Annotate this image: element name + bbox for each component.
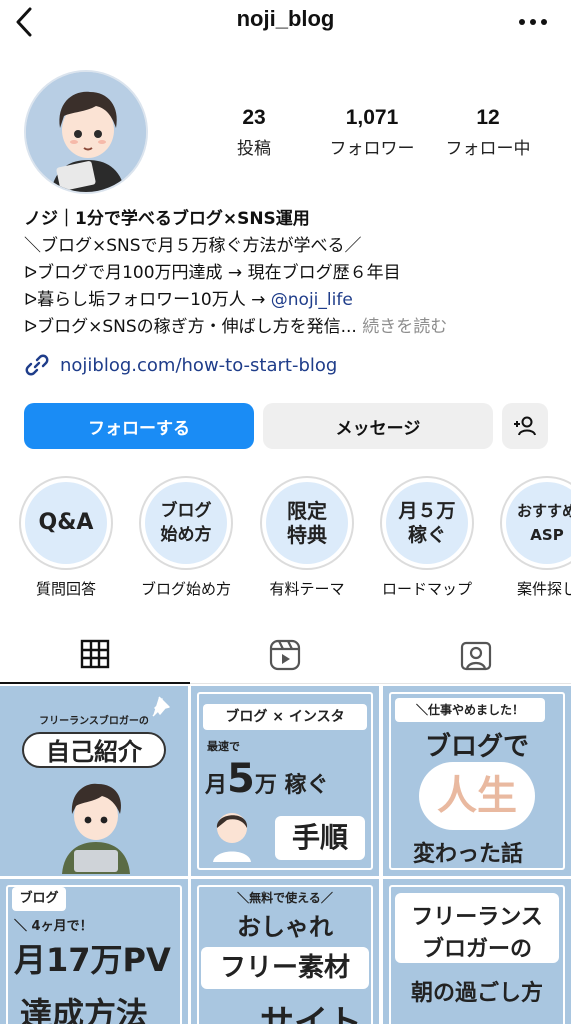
bio-line-2: ᐅブログで月100万円達成 → 現在ブログ歴６年目 xyxy=(24,263,401,283)
suggested-users-button[interactable] xyxy=(502,403,548,449)
more-options-button[interactable] xyxy=(515,8,551,36)
post-free-materials[interactable]: ＼無料で使える／ おしゃれ フリー素材 サイト xyxy=(191,879,379,1024)
post-caption-top: ＼仕事やめました！ xyxy=(395,698,545,722)
post-caption-main: ブログで xyxy=(424,732,529,762)
followers-label: フォロワー xyxy=(329,139,415,159)
post-caption-bottom: 手順 xyxy=(275,816,365,860)
highlight-label: ブログ始め方 xyxy=(140,580,231,598)
tab-tagged[interactable] xyxy=(381,626,571,684)
post-caption-top: ブログ xyxy=(12,887,66,911)
highlight-ring: ブログ 始め方 xyxy=(139,476,233,570)
post-caption-top: ブログ × インスタ xyxy=(203,704,367,730)
highlight-cover: 限定 特典 xyxy=(266,482,348,564)
post-caption-top: フリーランス xyxy=(411,905,543,930)
post-caption-main: 月17万PV xyxy=(14,941,171,979)
highlight-cover: Q&A xyxy=(25,482,107,564)
post-caption-bottom: サイト xyxy=(260,1003,362,1024)
post-self-intro[interactable]: フリーランスブロガーの 自己紹介 xyxy=(0,686,188,876)
tab-reels[interactable] xyxy=(190,626,380,684)
highlight-paid-theme[interactable]: 限定 特典 有料テーマ xyxy=(259,476,355,599)
post-morning-routine[interactable]: フリーランス ブロガーの 朝の過ごし方 xyxy=(383,879,571,1024)
highlight-label: 質問回答 xyxy=(35,580,96,598)
avatar-illustration xyxy=(26,72,146,192)
highlight-ring: おすすめ ASP xyxy=(500,476,571,570)
post-life-changed[interactable]: ＼仕事やめました！ ブログで 人生 変わった話 xyxy=(383,686,571,876)
followers-count: 1,071 xyxy=(345,106,399,129)
top-bar: noji_blog xyxy=(0,0,571,44)
pin-icon xyxy=(152,696,170,717)
post-caption-bottom: 達成方法 xyxy=(20,995,149,1024)
post-caption-big: 人生 xyxy=(419,762,535,830)
character-illustration xyxy=(62,783,130,874)
post-caption-main: 自己紹介 xyxy=(22,732,166,768)
highlight-label: 有料テーマ xyxy=(269,580,345,598)
profile-username: noji_blog xyxy=(236,6,335,31)
message-button[interactable]: メッセージ xyxy=(263,403,493,449)
character-illustration xyxy=(213,813,251,862)
stat-followers[interactable]: 1,071 フォロワー xyxy=(318,106,426,159)
bio-line-3-text: ᐅ暮らし垢フォロワー10万人 → xyxy=(24,290,271,310)
stat-posts[interactable]: 23 投稿 xyxy=(214,106,294,159)
follow-button[interactable]: フォローする xyxy=(24,403,254,449)
posts-count: 23 xyxy=(242,106,266,129)
post-caption-top: ＼無料で使える／ xyxy=(237,891,333,905)
post-caption-main-2: フリー素材 xyxy=(201,947,369,989)
post-caption-bottom: 変わった話 xyxy=(412,842,523,867)
post-caption-bottom: 朝の過ごし方 xyxy=(410,981,543,1006)
highlight-label: 案件探し xyxy=(516,580,571,598)
tab-posts-grid[interactable] xyxy=(0,626,190,684)
post-caption-main-3: 万 稼ぐ xyxy=(254,773,329,798)
highlight-ring: 限定 特典 xyxy=(260,476,354,570)
profile-avatar[interactable] xyxy=(24,70,148,194)
highlight-ring: Q&A xyxy=(19,476,113,570)
add-person-icon xyxy=(514,416,536,436)
post-caption-sub: ＼ 4ヶ月で！ xyxy=(14,919,93,934)
bio-line-3: ᐅ暮らし垢フォロワー10万人 → @noji_life xyxy=(24,287,554,314)
highlight-roadmap[interactable]: 月５万 稼ぐ ロードマップ xyxy=(379,476,475,599)
profile-tabs xyxy=(0,626,571,684)
highlight-asp[interactable]: おすすめ ASP 案件探し xyxy=(499,476,571,599)
bio-mention-link[interactable]: @noji_life xyxy=(271,290,353,310)
link-icon xyxy=(25,354,49,376)
reels-icon xyxy=(269,639,301,671)
stat-following[interactable]: 12 フォロー中 xyxy=(436,106,540,159)
post-caption-main: 月5万 稼ぐ xyxy=(205,758,369,807)
highlight-blog-start[interactable]: ブログ 始め方 ブログ始め方 xyxy=(138,476,234,599)
following-count: 12 xyxy=(476,106,500,129)
highlight-cover: ブログ 始め方 xyxy=(145,482,227,564)
posts-label: 投稿 xyxy=(237,139,271,159)
bio-line-4-text: ᐅブログ×SNSの稼ぎ方・伸ばし方を発信... xyxy=(24,317,357,337)
post-grid: フリーランスブロガーの 自己紹介 ブログ × インスタ 最速で 月5万 稼ぐ 手… xyxy=(0,686,571,1024)
bio-name: ノジ｜1分で学べるブログ×SNS運用 xyxy=(24,209,310,229)
read-more-link[interactable]: 続きを読む xyxy=(357,317,447,337)
highlight-cover: おすすめ ASP xyxy=(506,482,571,564)
post-earn-steps[interactable]: ブログ × インスタ 最速で 月5万 稼ぐ 手順 xyxy=(191,686,379,876)
tagged-person-icon xyxy=(460,641,492,671)
highlight-label: ロードマップ xyxy=(381,580,472,598)
highlight-ring: 月５万 稼ぐ xyxy=(380,476,474,570)
post-17man-pv[interactable]: ブログ ＼ 4ヶ月で！ 月17万PV 達成方法 xyxy=(0,879,188,1024)
grid-icon xyxy=(80,639,110,669)
profile-bio: ノジ｜1分で学べるブログ×SNS運用 ＼ブログ×SNSで月５万稼ぐ方法が学べる／… xyxy=(24,206,554,341)
highlight-cover: 月５万 稼ぐ xyxy=(386,482,468,564)
following-label: フォロー中 xyxy=(445,139,531,159)
post-caption-main-2: 5 xyxy=(227,756,255,802)
bio-line-4: ᐅブログ×SNSの稼ぎ方・伸ばし方を発信... 続きを読む xyxy=(24,314,554,341)
bio-line-1: ＼ブログ×SNSで月５万稼ぐ方法が学べる／ xyxy=(24,236,362,256)
post-caption-main: おしゃれ xyxy=(237,913,333,941)
post-caption-main-1: 月 xyxy=(205,773,228,798)
post-caption-main: ブロガーの xyxy=(421,937,532,962)
more-icon xyxy=(519,19,547,25)
profile-link-text: nojiblog.com/how-to-start-blog xyxy=(60,354,338,376)
profile-link[interactable]: nojiblog.com/how-to-start-blog xyxy=(24,352,337,378)
highlight-qa[interactable]: Q&A 質問回答 xyxy=(18,476,114,599)
post-caption-sub: 最速で xyxy=(207,740,240,753)
